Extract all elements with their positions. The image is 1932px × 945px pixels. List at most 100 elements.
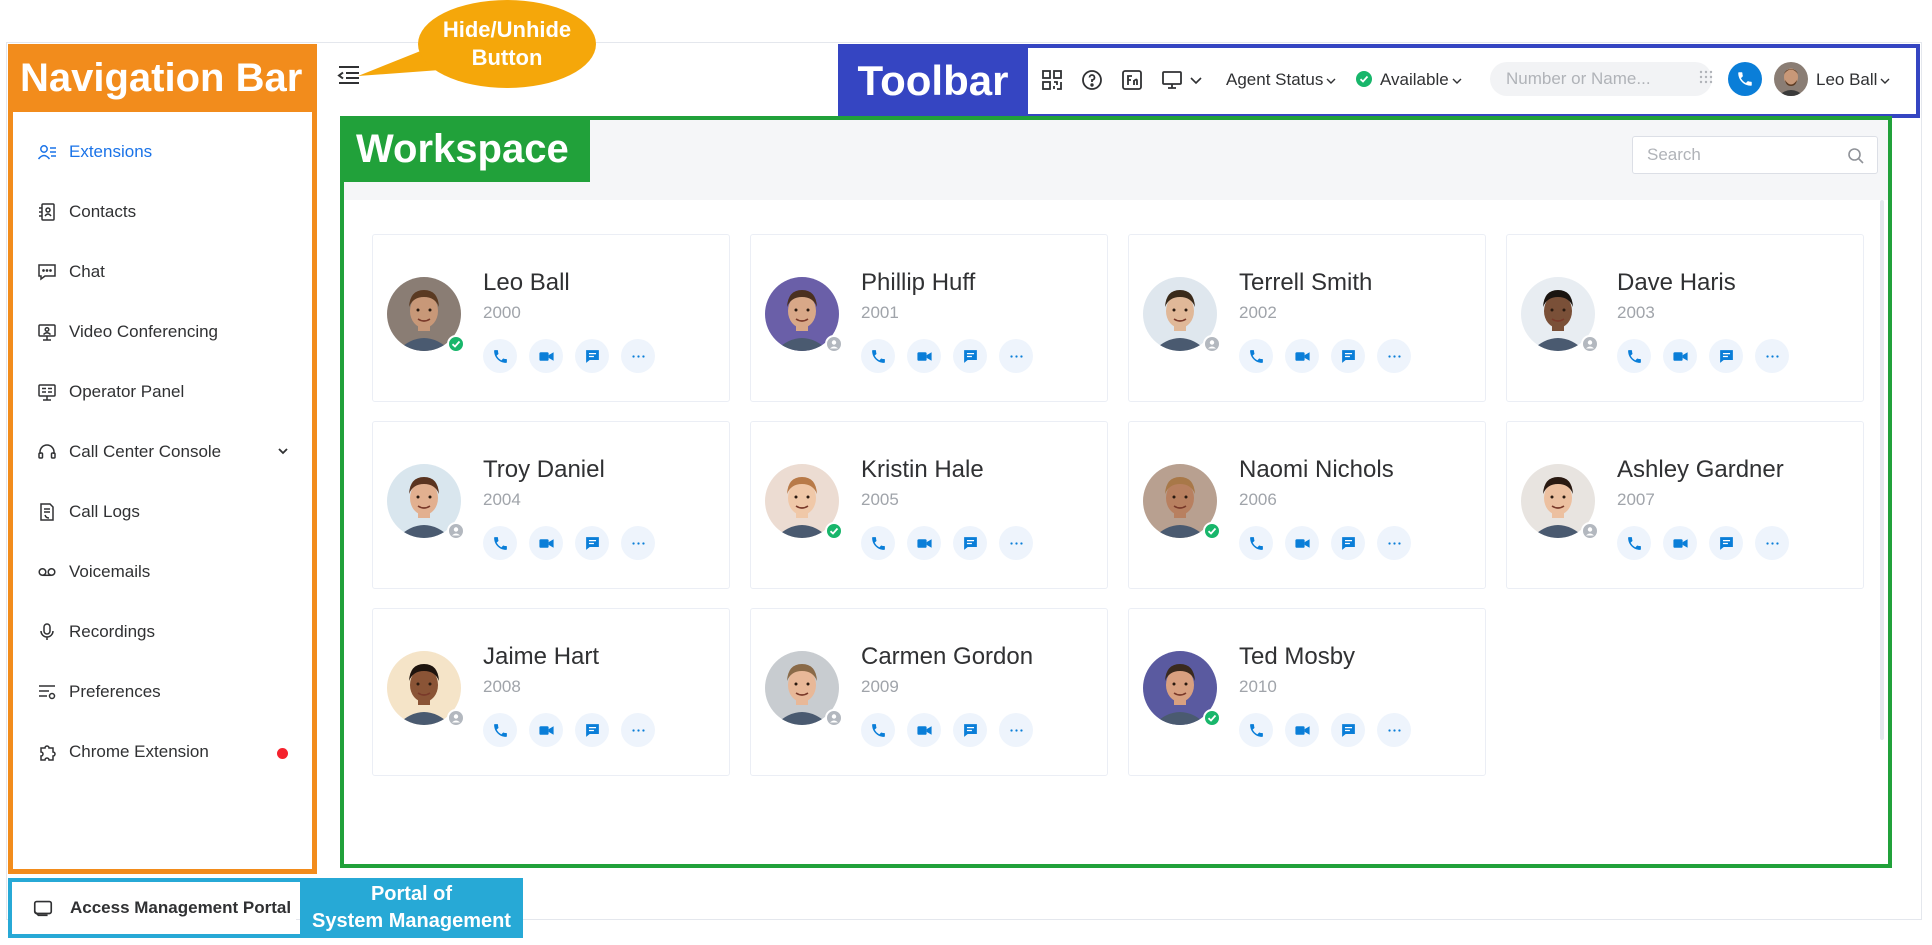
video-call-button[interactable]: [1285, 526, 1319, 560]
search-input[interactable]: [1633, 137, 1833, 173]
video-call-icon: [538, 351, 554, 361]
extension-card[interactable]: Kristin Hale 2005: [750, 421, 1108, 589]
phone-button[interactable]: [483, 339, 517, 373]
more-icon: [1009, 728, 1023, 732]
dialpad-icon[interactable]: [1698, 69, 1714, 85]
more-button[interactable]: [1377, 713, 1411, 747]
sidebar-item-recordings[interactable]: Recordings: [13, 602, 312, 662]
message-button[interactable]: [953, 339, 987, 373]
chevron-down-icon[interactable]: [1188, 68, 1204, 92]
message-button[interactable]: [1331, 713, 1365, 747]
fn-key-icon[interactable]: [1120, 68, 1144, 92]
help-icon[interactable]: [1080, 68, 1104, 92]
video-call-button[interactable]: [1663, 339, 1697, 373]
scrollbar[interactable]: [1880, 200, 1884, 740]
more-button[interactable]: [621, 713, 655, 747]
sidebar-item-label: Operator Panel: [69, 382, 185, 401]
video-call-button[interactable]: [907, 713, 941, 747]
extension-card[interactable]: Naomi Nichols 2006: [1128, 421, 1486, 589]
qr-code-icon[interactable]: [1040, 68, 1064, 92]
phone-button[interactable]: [861, 526, 895, 560]
extension-actions: [1617, 526, 1789, 560]
message-button[interactable]: [575, 526, 609, 560]
message-button[interactable]: [575, 713, 609, 747]
message-button[interactable]: [1331, 339, 1365, 373]
video-call-button[interactable]: [1285, 339, 1319, 373]
extension-card[interactable]: Terrell Smith 2002: [1128, 234, 1486, 402]
video-call-button[interactable]: [529, 526, 563, 560]
phone-button[interactable]: [1239, 339, 1273, 373]
phone-button[interactable]: [1617, 526, 1651, 560]
sidebar-item-chrome-extension[interactable]: Chrome Extension: [13, 722, 312, 782]
phone-button[interactable]: [861, 713, 895, 747]
message-button[interactable]: [953, 526, 987, 560]
phone-button[interactable]: [861, 339, 895, 373]
phone-button[interactable]: [1617, 339, 1651, 373]
more-button[interactable]: [1377, 339, 1411, 373]
message-button[interactable]: [1331, 526, 1365, 560]
sidebar-item-extensions[interactable]: Extensions: [13, 122, 312, 182]
message-icon: [585, 536, 599, 550]
agent-status-dropdown[interactable]: Agent Status: [1226, 68, 1337, 92]
chevron-down-icon[interactable]: [276, 444, 290, 458]
puzzle-icon: [37, 742, 57, 762]
phone-button[interactable]: [483, 526, 517, 560]
call-button[interactable]: [1728, 62, 1762, 96]
phone-icon: [1738, 72, 1752, 86]
sidebar-item-preferences[interactable]: Preferences: [13, 662, 312, 722]
video-call-button[interactable]: [907, 339, 941, 373]
access-management-portal-button[interactable]: Access Management Portal: [12, 882, 296, 934]
message-button[interactable]: [1709, 526, 1743, 560]
sidebar-item-call-center-console[interactable]: Call Center Console: [13, 422, 312, 482]
more-button[interactable]: [1755, 526, 1789, 560]
more-button[interactable]: [1377, 526, 1411, 560]
extension-card[interactable]: Dave Haris 2003: [1506, 234, 1864, 402]
extension-card[interactable]: Jaime Hart 2008: [372, 608, 730, 776]
message-button[interactable]: [575, 339, 609, 373]
chevron-down-icon: [1880, 78, 1890, 84]
more-button[interactable]: [621, 339, 655, 373]
extension-card[interactable]: Carmen Gordon 2009: [750, 608, 1108, 776]
sidebar-item-chat[interactable]: Chat: [13, 242, 312, 302]
sidebar-item-contacts[interactable]: Contacts: [13, 182, 312, 242]
more-button[interactable]: [999, 713, 1033, 747]
online-status-icon: [1203, 522, 1221, 540]
sidebar-item-call-logs[interactable]: Call Logs: [13, 482, 312, 542]
call-logs-icon: [37, 502, 57, 522]
more-button[interactable]: [621, 526, 655, 560]
extension-card[interactable]: Phillip Huff 2001: [750, 234, 1108, 402]
extension-card[interactable]: Ashley Gardner 2007: [1506, 421, 1864, 589]
video-call-button[interactable]: [1663, 526, 1697, 560]
extension-search[interactable]: [1632, 136, 1878, 174]
more-button[interactable]: [999, 526, 1033, 560]
presence-dropdown[interactable]: Available: [1356, 68, 1463, 92]
video-call-button[interactable]: [1285, 713, 1319, 747]
message-button[interactable]: [953, 713, 987, 747]
video-call-button[interactable]: [907, 526, 941, 560]
more-icon: [1387, 354, 1401, 358]
sidebar-item-voicemails[interactable]: Voicemails: [13, 542, 312, 602]
dial-input[interactable]: [1490, 62, 1712, 96]
search-icon[interactable]: [1847, 147, 1865, 165]
phone-button[interactable]: [483, 713, 517, 747]
more-button[interactable]: [999, 339, 1033, 373]
sidebar-item-video-conferencing[interactable]: Video Conferencing: [13, 302, 312, 362]
extension-actions: [1239, 713, 1411, 747]
extension-number: 2000: [483, 303, 521, 322]
user-menu[interactable]: Leo Ball: [1816, 68, 1891, 92]
message-button[interactable]: [1709, 339, 1743, 373]
extension-actions: [483, 339, 655, 373]
video-call-button[interactable]: [529, 713, 563, 747]
sidebar-item-operator-panel[interactable]: Operator Panel: [13, 362, 312, 422]
phone-button[interactable]: [1239, 713, 1273, 747]
phone-icon: [1627, 536, 1641, 550]
avatar[interactable]: [1774, 62, 1808, 96]
extension-card[interactable]: Troy Daniel 2004: [372, 421, 730, 589]
monitor-icon[interactable]: [1160, 68, 1184, 92]
extension-card[interactable]: Ted Mosby 2010: [1128, 608, 1486, 776]
video-call-button[interactable]: [529, 339, 563, 373]
more-button[interactable]: [1755, 339, 1789, 373]
extension-card[interactable]: Leo Ball 2000: [372, 234, 730, 402]
phone-button[interactable]: [1239, 526, 1273, 560]
sidebar-nav: Extensions Contacts Chat Video Conferencing…: [13, 122, 312, 782]
